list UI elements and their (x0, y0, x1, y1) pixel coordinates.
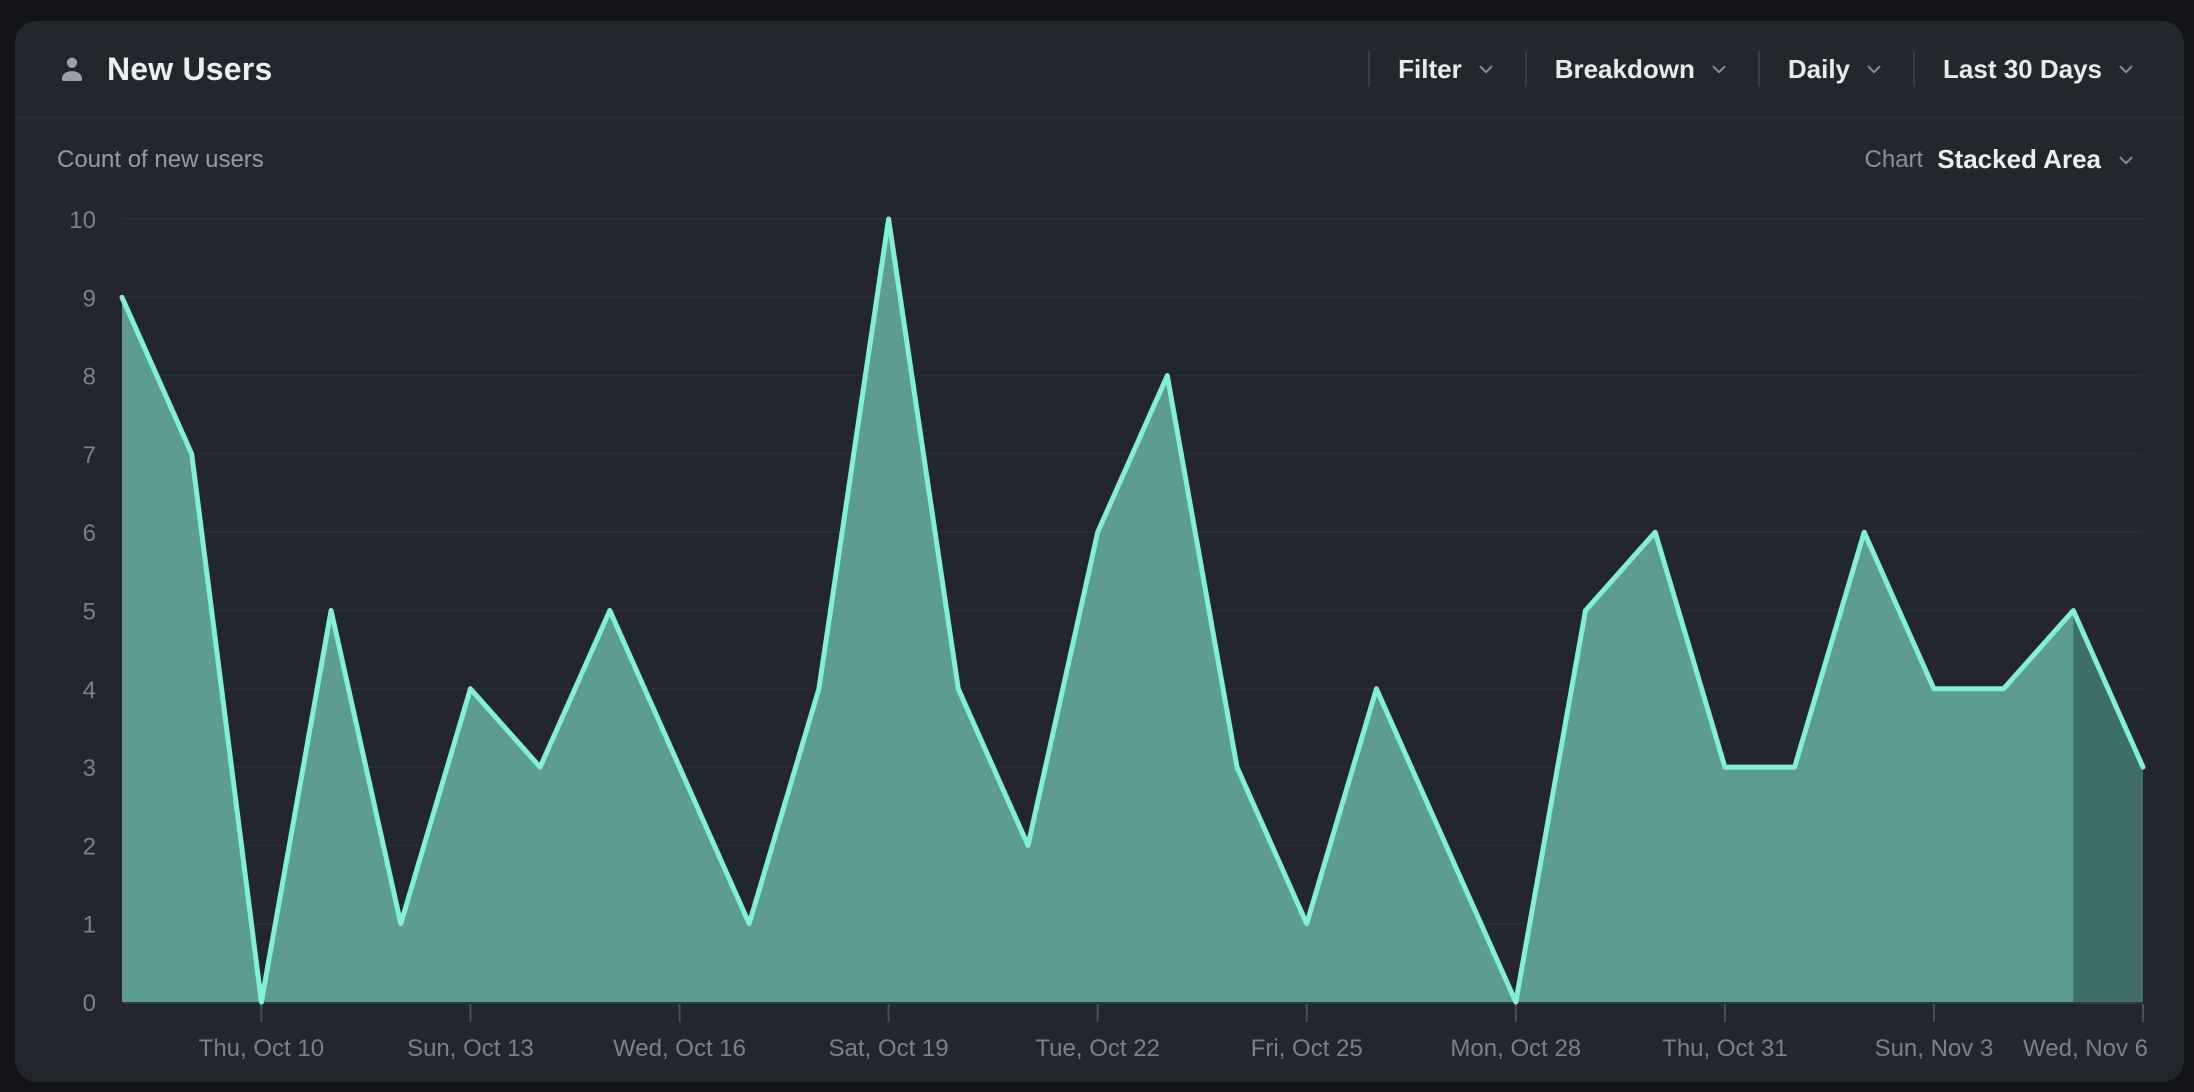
divider (1758, 51, 1760, 87)
new-users-card: New Users Filter Breakdown Daily (15, 21, 2184, 1082)
chart-type-value: Stacked Area (1937, 144, 2101, 175)
chevron-down-icon (1863, 58, 1885, 80)
dashboard-page: { "header": { "title": "New Users", "con… (0, 0, 2194, 1092)
chevron-down-icon (1708, 58, 1730, 80)
breakdown-dropdown[interactable]: Breakdown (1555, 54, 1730, 85)
date-range-dropdown-label: Last 30 Days (1943, 54, 2102, 85)
divider (1525, 51, 1527, 87)
chevron-down-icon (2115, 149, 2137, 171)
granularity-dropdown[interactable]: Daily (1788, 54, 1885, 85)
title-group: New Users (57, 51, 272, 88)
filter-dropdown[interactable]: Filter (1398, 54, 1497, 85)
divider (1368, 51, 1370, 87)
chart-type-dropdown[interactable]: Chart Stacked Area (1865, 144, 2137, 175)
card-header: New Users Filter Breakdown Daily (15, 21, 2184, 118)
page-title: New Users (107, 51, 272, 88)
person-icon (57, 54, 87, 84)
chart-toolbar: Count of new users Chart Stacked Area (15, 118, 2184, 175)
divider (1913, 51, 1915, 87)
chart-type-caption: Chart (1865, 146, 1924, 174)
granularity-dropdown-label: Daily (1788, 54, 1850, 85)
breakdown-dropdown-label: Breakdown (1555, 54, 1695, 85)
filter-dropdown-label: Filter (1398, 54, 1462, 85)
metric-label: Count of new users (57, 146, 264, 174)
chevron-down-icon (1475, 58, 1497, 80)
header-controls: Filter Breakdown Daily Las (1368, 21, 2137, 117)
chevron-down-icon (2115, 58, 2137, 80)
date-range-dropdown[interactable]: Last 30 Days (1943, 54, 2137, 85)
